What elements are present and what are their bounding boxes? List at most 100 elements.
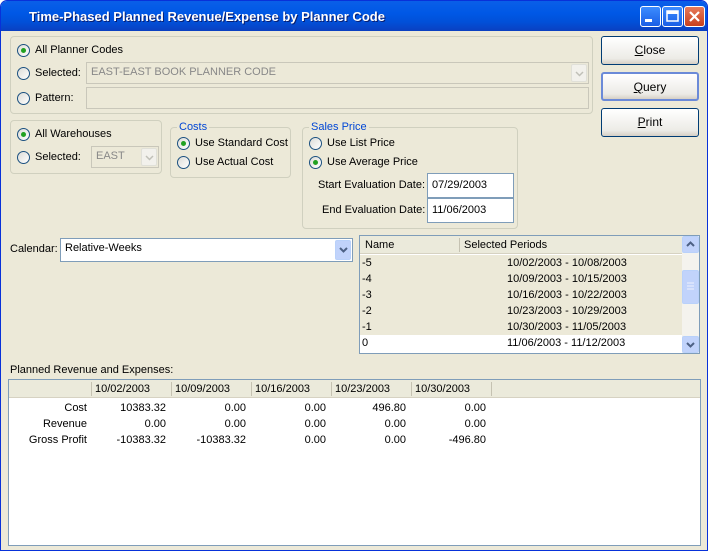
window-title: Time-Phased Planned Revenue/Expense by P… xyxy=(29,9,385,24)
results-table-header: 10/02/2003 10/09/2003 10/16/2003 10/23/2003… xyxy=(9,380,700,398)
period-row[interactable]: -5 10/02/2003 - 10/08/2003 xyxy=(360,255,682,271)
costs-group: Costs Use Standard Cost Use Actual Cost xyxy=(170,121,291,178)
selected-warehouse-label: Selected: xyxy=(35,151,81,163)
period-row[interactable]: -2 10/23/2003 - 10/29/2003 xyxy=(360,303,682,319)
query-button[interactable]: Query xyxy=(601,72,699,101)
warehouse-select[interactable]: EAST xyxy=(91,146,159,168)
print-button-mnemonic: P xyxy=(637,115,646,129)
results-row[interactable]: Revenue 0.00 0.00 0.00 0.00 0.00 xyxy=(9,416,700,432)
period-column-header[interactable]: 10/30/2003 xyxy=(415,383,470,395)
calendar-value: Relative-Weeks xyxy=(65,242,142,254)
close-button[interactable]: Close xyxy=(601,36,699,65)
period-range: 11/06/2003 - 11/12/2003 xyxy=(507,337,626,349)
results-row[interactable]: Cost 10383.32 0.00 0.00 496.80 0.00 xyxy=(9,400,700,416)
period-row[interactable]: -1 10/30/2003 - 11/05/2003 xyxy=(360,319,682,335)
column-divider xyxy=(491,382,492,396)
main-window: Time-Phased Planned Revenue/Expense by P… xyxy=(0,0,708,551)
list-price-radio[interactable] xyxy=(309,137,322,150)
value-cell: 0.00 xyxy=(464,418,486,430)
scroll-up-button[interactable] xyxy=(682,236,699,253)
calendar-select[interactable]: Relative-Weeks xyxy=(60,238,353,262)
results-table[interactable]: 10/02/2003 10/09/2003 10/16/2003 10/23/2003… xyxy=(8,379,701,546)
pattern-radio[interactable] xyxy=(17,92,30,105)
value-cell: 0.00 xyxy=(304,402,326,414)
close-button-label: lose xyxy=(643,43,666,57)
period-name: -1 xyxy=(362,321,372,333)
period-row[interactable]: 0 11/06/2003 - 11/12/2003 xyxy=(360,335,682,351)
sales-price-legend: Sales Price xyxy=(309,121,369,133)
period-row[interactable]: -4 10/09/2003 - 10/15/2003 xyxy=(360,271,682,287)
chevron-down-icon xyxy=(686,342,695,348)
period-range: 10/16/2003 - 10/22/2003 xyxy=(507,289,627,301)
value-cell: 0.00 xyxy=(144,418,166,430)
selected-periods-column-header[interactable]: Selected Periods xyxy=(464,239,547,251)
grip-icon xyxy=(687,282,694,290)
scroll-thumb[interactable] xyxy=(682,270,699,304)
row-label: Revenue xyxy=(42,418,87,430)
period-name: -4 xyxy=(362,273,372,285)
value-cell: -496.80 xyxy=(448,434,486,446)
period-range: 10/23/2003 - 10/29/2003 xyxy=(507,305,627,317)
scroll-down-button[interactable] xyxy=(682,336,699,353)
maximize-icon xyxy=(666,10,679,22)
selected-planner-code-label: Selected: xyxy=(35,67,81,79)
period-column-header[interactable]: 10/16/2003 xyxy=(255,383,310,395)
close-window-button[interactable] xyxy=(684,6,705,27)
name-column-header[interactable]: Name xyxy=(365,239,394,251)
periods-list[interactable]: Name Selected Periods -5 10/02/2003 - 10/… xyxy=(359,235,700,354)
period-column-header[interactable]: 10/09/2003 xyxy=(175,383,230,395)
period-row[interactable]: -3 10/16/2003 - 10/22/2003 xyxy=(360,287,682,303)
period-range: 10/02/2003 - 10/08/2003 xyxy=(507,257,627,269)
costs-legend: Costs xyxy=(177,121,210,133)
all-warehouses-radio[interactable] xyxy=(17,128,30,141)
print-button[interactable]: Print xyxy=(601,108,699,137)
all-planner-codes-radio[interactable] xyxy=(17,44,30,57)
period-column-header[interactable]: 10/23/2003 xyxy=(335,383,390,395)
period-name: -3 xyxy=(362,289,372,301)
actual-cost-radio[interactable] xyxy=(177,156,190,169)
standard-cost-radio[interactable] xyxy=(177,137,190,150)
results-label: Planned Revenue and Expenses: xyxy=(10,364,174,376)
value-cell: -10383.32 xyxy=(196,434,246,446)
column-divider xyxy=(411,382,412,396)
value-cell: 0.00 xyxy=(224,402,246,414)
value-cell: -10383.32 xyxy=(116,434,166,446)
chevron-down-icon[interactable] xyxy=(141,148,157,166)
start-date-input[interactable]: 07/29/2003 xyxy=(427,173,514,198)
period-name: 0 xyxy=(362,337,369,349)
warehouse-group: All Warehouses Selected: EAST xyxy=(10,120,162,174)
calendar-label: Calendar: xyxy=(10,243,58,255)
selected-warehouse-radio[interactable] xyxy=(17,151,30,164)
period-column-header[interactable]: 10/02/2003 xyxy=(95,383,150,395)
results-row[interactable]: Gross Profit -10383.32 -10383.32 0.00 0.00 -4… xyxy=(9,432,700,448)
row-label: Gross Profit xyxy=(28,434,87,446)
value-cell: 0.00 xyxy=(304,418,326,430)
column-divider xyxy=(251,382,252,396)
average-price-radio[interactable] xyxy=(309,156,322,169)
selected-planner-code-radio[interactable] xyxy=(17,67,30,80)
chevron-down-icon[interactable] xyxy=(571,64,587,82)
list-price-label: Use List Price xyxy=(327,137,395,149)
column-divider xyxy=(459,238,460,252)
end-date-input[interactable]: 11/06/2003 xyxy=(427,198,514,223)
chevron-down-icon[interactable] xyxy=(335,240,351,260)
query-button-label: uery xyxy=(643,80,667,94)
value-cell: 10383.32 xyxy=(120,402,166,414)
maximize-button[interactable] xyxy=(662,6,683,27)
all-warehouses-label: All Warehouses xyxy=(35,128,112,140)
minimize-button[interactable] xyxy=(640,6,661,27)
pattern-input[interactable] xyxy=(86,87,589,109)
periods-list-header: Name Selected Periods xyxy=(360,236,682,254)
planner-code-value: EAST-EAST BOOK PLANNER CODE xyxy=(91,66,277,78)
period-name: -2 xyxy=(362,305,372,317)
planner-code-group: All Planner Codes Selected: EAST-EAST BO… xyxy=(10,36,593,114)
planner-code-select[interactable]: EAST-EAST BOOK PLANNER CODE xyxy=(86,62,589,84)
value-cell: 496.80 xyxy=(372,402,406,414)
period-name: -5 xyxy=(362,257,372,269)
actual-cost-label: Use Actual Cost xyxy=(195,156,274,168)
query-button-mnemonic: Q xyxy=(633,80,643,94)
periods-scrollbar[interactable] xyxy=(682,236,699,353)
close-icon xyxy=(689,11,700,22)
end-date-label: End Evaluation Date: xyxy=(322,204,426,216)
title-bar[interactable]: Time-Phased Planned Revenue/Expense by P… xyxy=(1,1,707,31)
